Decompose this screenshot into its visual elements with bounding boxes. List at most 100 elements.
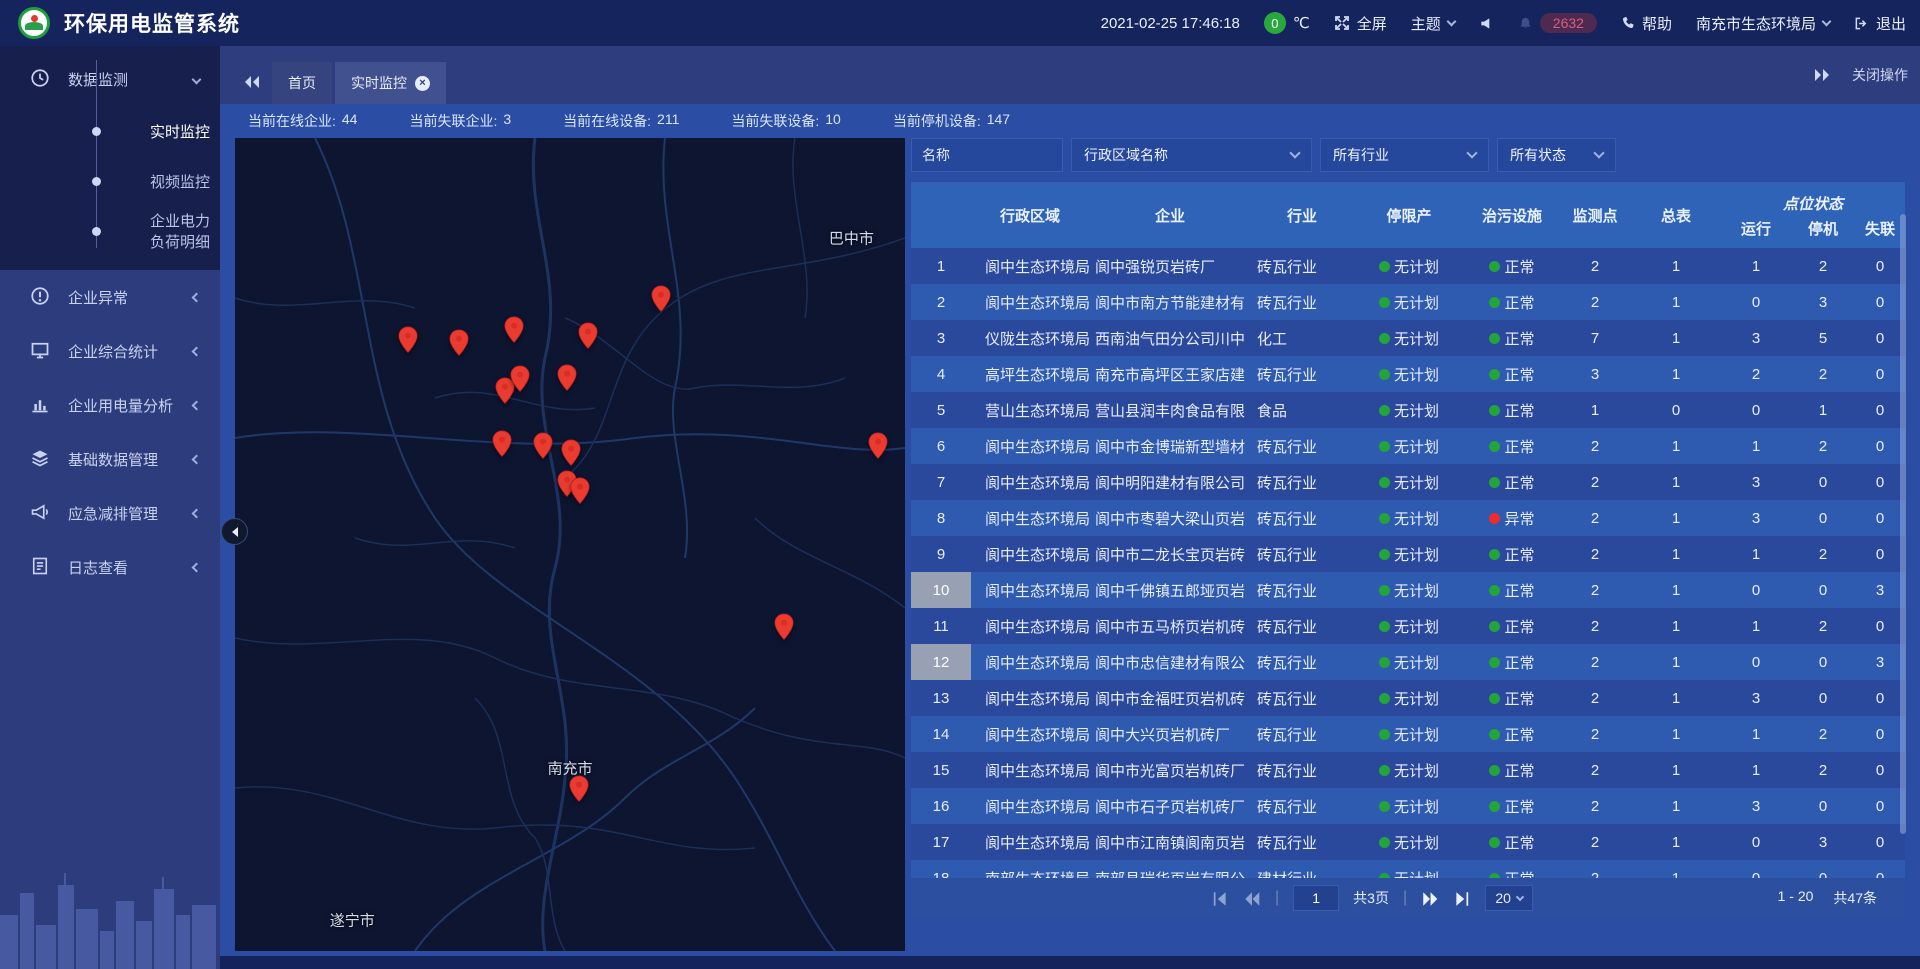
status-dot-icon <box>1489 297 1500 308</box>
cell-industry: 化工 <box>1251 320 1353 356</box>
tab-realtime-monitoring[interactable]: 实时监控 × <box>335 62 446 104</box>
first-page-button[interactable] <box>1211 890 1229 906</box>
sidebar-item-realtime-monitoring[interactable]: 实时监控 <box>0 106 220 156</box>
map-marker-pin[interactable] <box>578 322 599 350</box>
org-dropdown[interactable]: 南充市生态环境局 <box>1696 13 1830 34</box>
table-row[interactable]: 14阆中生态环境局阆中大兴页岩机砖厂砖瓦行业无计划正常21120 <box>911 716 1905 752</box>
map-marker-pin[interactable] <box>773 613 794 641</box>
table-row[interactable]: 13阆中生态环境局阆中市金福旺页岩机砖砖瓦行业无计划正常21300 <box>911 680 1905 716</box>
map-marker-pin[interactable] <box>503 316 524 344</box>
cell-stopped: 2 <box>1791 716 1855 752</box>
sidebar-item-emergency-reduction[interactable]: 应急减排管理 <box>0 486 220 540</box>
row-index: 2 <box>911 284 971 320</box>
next-page-button[interactable] <box>1421 890 1439 906</box>
cell-disconnected: 0 <box>1855 536 1905 572</box>
name-search-input[interactable] <box>911 138 1063 172</box>
tab-home[interactable]: 首页 <box>272 62 332 104</box>
region-filter-select[interactable]: 行政区域名称 <box>1071 138 1312 172</box>
map-marker-pin[interactable] <box>868 432 889 460</box>
table-row[interactable]: 16阆中生态环境局阆中市石子页岩机砖厂砖瓦行业无计划正常21300 <box>911 788 1905 824</box>
map-marker-pin[interactable] <box>560 439 581 467</box>
tabs-scroll-left-button[interactable] <box>244 75 260 89</box>
sidebar-item-data-monitoring[interactable]: 数据监测 <box>0 52 220 106</box>
table-row[interactable]: 7阆中生态环境局阆中明阳建材有限公司砖瓦行业无计划正常21300 <box>911 464 1905 500</box>
status-dot-icon <box>1379 477 1390 488</box>
cell-monitor-points: 2 <box>1559 860 1631 878</box>
cell-total-meter: 1 <box>1631 572 1721 608</box>
cell-stop-limit: 无计划 <box>1353 644 1465 680</box>
notifications[interactable]: 2632 <box>1518 13 1597 33</box>
cell-region: 阆中生态环境局 <box>971 752 1089 788</box>
map-marker-pin[interactable] <box>557 364 578 392</box>
table-row[interactable]: 4高坪生态环境局南充市高坪区王家店建砖瓦行业无计划正常31220 <box>911 356 1905 392</box>
theme-button[interactable]: 主题 <box>1411 13 1455 34</box>
table-row[interactable]: 5营山生态环境局营山县润丰肉食品有限食品无计划正常10010 <box>911 392 1905 428</box>
table-row[interactable]: 15阆中生态环境局阆中市光富页岩机砖厂砖瓦行业无计划正常21120 <box>911 752 1905 788</box>
status-dot-icon <box>1489 369 1500 380</box>
page-size-select[interactable]: 20 <box>1485 885 1533 911</box>
table-row[interactable]: 17阆中生态环境局阆中市江南镇阆南页岩砖瓦行业无计划正常21030 <box>911 824 1905 860</box>
map-marker-pin[interactable] <box>492 430 513 458</box>
logout-button[interactable]: 退出 <box>1854 13 1906 34</box>
table-row[interactable]: 9阆中生态环境局阆中市二龙长宝页岩砖砖瓦行业无计划正常21120 <box>911 536 1905 572</box>
table-row[interactable]: 10阆中生态环境局阆中千佛镇五郎垭页岩砖瓦行业无计划正常21003 <box>911 572 1905 608</box>
cell-region: 阆中生态环境局 <box>971 464 1089 500</box>
sidebar-item-enterprise-abnormal[interactable]: 企业异常 <box>0 270 220 324</box>
cell-total-meter: 1 <box>1631 752 1721 788</box>
sidebar-item-power-usage-analysis[interactable]: 企业用电量分析 <box>0 378 220 432</box>
table-row[interactable]: 6阆中生态环境局阆中市金博瑞新型墙材砖瓦行业无计划正常21120 <box>911 428 1905 464</box>
table-row[interactable]: 12阆中生态环境局阆中市忠信建材有限公砖瓦行业无计划正常21003 <box>911 644 1905 680</box>
cell-disconnected: 0 <box>1855 860 1905 878</box>
table-scrollbar[interactable] <box>1900 214 1906 834</box>
tabs-scroll-right-button[interactable] <box>1814 68 1830 82</box>
status-filter-select[interactable]: 所有状态 <box>1497 138 1616 172</box>
stat-label: 当前失联设备: <box>731 111 819 131</box>
fullscreen-button[interactable]: 全屏 <box>1334 13 1387 34</box>
table-row[interactable]: 1阆中生态环境局阆中强锐页岩砖厂砖瓦行业无计划正常21120 <box>911 248 1905 284</box>
last-page-button[interactable] <box>1453 890 1471 906</box>
previous-page-button[interactable] <box>1243 890 1261 906</box>
table-row[interactable]: 18南部生态环境局南部县瑞华页岩有限公建材行业无计划正常21000 <box>911 860 1905 878</box>
page-number-input[interactable] <box>1293 885 1339 911</box>
cell-stopped: 0 <box>1791 644 1855 680</box>
chevron-down-icon <box>1289 147 1300 158</box>
sidebar-item-video-monitoring[interactable]: 视频监控 <box>0 156 220 206</box>
cell-industry: 砖瓦行业 <box>1251 608 1353 644</box>
map-panel[interactable]: 巴中市南充市遂宁市 <box>235 138 905 951</box>
industry-filter-select[interactable]: 所有行业 <box>1320 138 1489 172</box>
cell-company: 西南油气田分公司川中 <box>1089 320 1251 356</box>
sidebar-item-enterprise-statistics[interactable]: 企业综合统计 <box>0 324 220 378</box>
temperature-badge: 0 <box>1264 12 1286 34</box>
map-marker-pin[interactable] <box>570 477 591 505</box>
map-marker-pin[interactable] <box>509 365 530 393</box>
cell-stop-limit: 无计划 <box>1353 356 1465 392</box>
table-row[interactable]: 3仪陇生态环境局西南油气田分公司川中化工无计划正常71350 <box>911 320 1905 356</box>
status-dot-icon <box>1489 837 1500 848</box>
sidebar-collapse-button[interactable] <box>221 518 248 545</box>
help-button[interactable]: 帮助 <box>1621 13 1672 34</box>
sidebar-item-label: 企业综合统计 <box>68 341 158 362</box>
cell-total-meter: 1 <box>1631 788 1721 824</box>
map-marker-pin[interactable] <box>448 329 469 357</box>
cell-running: 1 <box>1721 752 1791 788</box>
cell-region: 阆中生态环境局 <box>971 284 1089 320</box>
status-dot-icon <box>1379 657 1390 668</box>
sidebar-item-label: 企业用电量分析 <box>68 395 173 416</box>
close-operations-button[interactable]: 关闭操作 <box>1852 65 1908 85</box>
cell-monitor-points: 2 <box>1559 572 1631 608</box>
map-marker-pin[interactable] <box>568 775 589 803</box>
close-tab-icon[interactable]: × <box>415 76 430 91</box>
table-row[interactable]: 8阆中生态环境局阆中市枣碧大梁山页岩砖瓦行业无计划异常21300 <box>911 500 1905 536</box>
table-row[interactable]: 2阆中生态环境局阆中市南方节能建材有砖瓦行业无计划正常21030 <box>911 284 1905 320</box>
map-marker-pin[interactable] <box>397 326 418 354</box>
sidebar-item-log-view[interactable]: 日志查看 <box>0 540 220 594</box>
cell-monitor-points: 1 <box>1559 392 1631 428</box>
sidebar-item-power-load-detail[interactable]: 企业电力负荷明细 <box>0 206 220 256</box>
map-marker-pin[interactable] <box>651 285 672 313</box>
cell-stopped: 2 <box>1791 608 1855 644</box>
map-marker-pin[interactable] <box>533 432 554 460</box>
mute-button[interactable] <box>1479 16 1494 31</box>
sidebar-item-basic-data[interactable]: 基础数据管理 <box>0 432 220 486</box>
table-row[interactable]: 11阆中生态环境局阆中市五马桥页岩机砖砖瓦行业无计划正常21120 <box>911 608 1905 644</box>
cell-total-meter: 1 <box>1631 464 1721 500</box>
